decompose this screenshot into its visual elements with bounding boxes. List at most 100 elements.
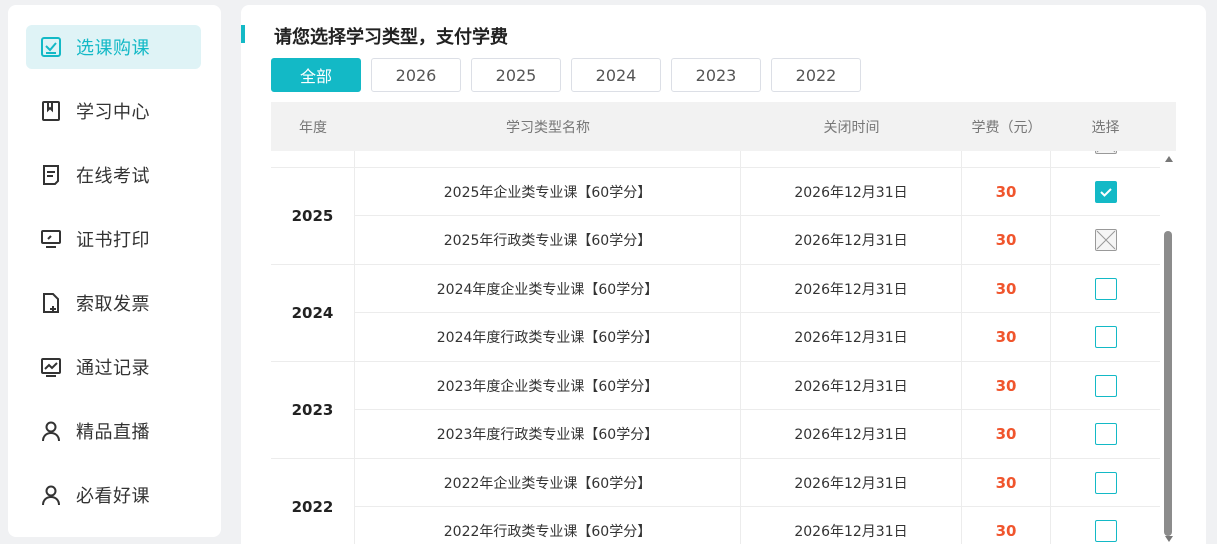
year-cell: 2024 <box>271 265 355 361</box>
select-checkbox[interactable] <box>1094 277 1117 300</box>
select-cell <box>1051 151 1160 167</box>
course-table: 年度 学习类型名称 关闭时间 学费（元） 选择 2025 2025年企业类专业课【… <box>271 102 1176 544</box>
bookmark-book-icon <box>40 100 62 122</box>
sidebar-item-7[interactable]: 必看好课 <box>26 473 201 517</box>
select-cell <box>1051 313 1160 361</box>
chart-icon <box>40 356 62 378</box>
filter-button-4[interactable]: 2023 <box>671 58 761 92</box>
select-cell <box>1051 168 1160 215</box>
scroll-up-arrow-icon[interactable] <box>1165 156 1173 162</box>
course-name: 2022年企业类专业课【60学分】 <box>355 459 741 506</box>
year-cell <box>271 151 355 167</box>
filter-button-0[interactable]: 全部 <box>271 58 361 92</box>
document-icon <box>40 164 62 186</box>
year-cell: 2025 <box>271 168 355 264</box>
filter-button-3[interactable]: 2024 <box>571 58 661 92</box>
year-group <box>271 151 1160 168</box>
sidebar-item-label: 学习中心 <box>76 102 150 123</box>
scroll-down-arrow-icon[interactable] <box>1165 536 1173 542</box>
fee-amount: 30 <box>962 507 1051 544</box>
sidebar: 选课购课学习中心在线考试证书打印索取发票通过记录精品直播必看好课 <box>8 5 221 537</box>
sidebar-item-4[interactable]: 索取发票 <box>26 281 201 325</box>
main-panel: 请您选择学习类型，支付学费 全部 2026 2025 2024 2023 2022 年度 … <box>241 5 1206 544</box>
year-group: 2024 2024年度企业类专业课【60学分】 2026年12月31日 30 2024年… <box>271 265 1160 362</box>
fee-amount: 30 <box>962 216 1051 264</box>
table-row: 2022年行政类专业课【60学分】 2026年12月31日 30 <box>355 507 1160 544</box>
sidebar-item-label: 通过记录 <box>76 358 150 379</box>
sidebar-item-2[interactable]: 在线考试 <box>26 153 201 197</box>
header-fee: 学费（元） <box>971 119 1042 136</box>
fee-amount: 30 <box>962 459 1051 506</box>
close-time <box>741 151 962 167</box>
table-scrollbar[interactable] <box>1162 151 1176 544</box>
header-select: 选择 <box>1091 119 1120 136</box>
select-checkbox <box>1094 229 1117 251</box>
select-checkbox[interactable] <box>1094 374 1117 397</box>
table-row: 2025年行政类专业课【60学分】 2026年12月31日 30 <box>355 216 1160 264</box>
filter-button-2[interactable]: 2025 <box>471 58 561 92</box>
title-accent-bar <box>241 25 245 43</box>
course-name: 2025年行政类专业课【60学分】 <box>355 216 741 264</box>
course-name: 2024年度行政类专业课【60学分】 <box>355 313 741 361</box>
check-icon <box>1099 187 1112 197</box>
filter-button-5[interactable]: 2022 <box>771 58 861 92</box>
sidebar-item-label: 必看好课 <box>76 486 150 507</box>
year-group: 2023 2023年度企业类专业课【60学分】 2026年12月31日 30 2023年… <box>271 362 1160 459</box>
monitor-icon <box>40 228 62 250</box>
table-body[interactable]: 2025 2025年企业类专业课【60学分】 2026年12月31日 30 2025年行… <box>271 151 1160 544</box>
header-year: 年度 <box>299 119 327 136</box>
select-checkbox[interactable] <box>1094 180 1117 203</box>
close-time: 2026年12月31日 <box>741 265 962 312</box>
fee-amount: 30 <box>962 410 1051 458</box>
sidebar-item-3[interactable]: 证书打印 <box>26 217 201 261</box>
close-time: 2026年12月31日 <box>741 507 962 544</box>
year-group: 2022 2022年企业类专业课【60学分】 2026年12月31日 30 2022年行… <box>271 459 1160 544</box>
sidebar-item-1[interactable]: 学习中心 <box>26 89 201 133</box>
course-name: 2025年企业类专业课【60学分】 <box>355 168 741 215</box>
year-cell: 2023 <box>271 362 355 458</box>
sidebar-item-label: 精品直播 <box>76 422 150 443</box>
filter-button-1[interactable]: 2026 <box>371 58 461 92</box>
select-cell <box>1051 362 1160 409</box>
select-checkbox[interactable] <box>1094 471 1117 494</box>
sidebar-item-0[interactable]: 选课购课 <box>26 25 201 69</box>
table-row: 2025年企业类专业课【60学分】 2026年12月31日 30 <box>355 168 1160 216</box>
select-cell <box>1051 410 1160 458</box>
checklist-icon <box>40 36 62 58</box>
close-time: 2026年12月31日 <box>741 216 962 264</box>
course-name: 2024年度企业类专业课【60学分】 <box>355 265 741 312</box>
close-time: 2026年12月31日 <box>741 410 962 458</box>
disabled-cross-icon <box>1096 151 1115 153</box>
scroll-thumb[interactable] <box>1164 231 1172 536</box>
sidebar-item-label: 证书打印 <box>76 230 150 251</box>
select-cell <box>1051 459 1160 506</box>
select-cell <box>1051 507 1160 544</box>
header-name: 学习类型名称 <box>506 119 590 136</box>
select-checkbox[interactable] <box>1094 520 1117 542</box>
fee-amount: 30 <box>962 313 1051 361</box>
fee-amount: 30 <box>962 362 1051 409</box>
disabled-cross-icon <box>1096 230 1115 250</box>
fee-amount <box>962 151 1051 167</box>
sidebar-item-label: 索取发票 <box>76 294 150 315</box>
close-time: 2026年12月31日 <box>741 313 962 361</box>
page-title: 请您选择学习类型，支付学费 <box>274 27 508 48</box>
table-row: 2022年企业类专业课【60学分】 2026年12月31日 30 <box>355 459 1160 507</box>
table-row <box>355 151 1160 167</box>
sidebar-item-label: 在线考试 <box>76 166 150 187</box>
select-checkbox[interactable] <box>1094 326 1117 348</box>
table-row: 2024年度企业类专业课【60学分】 2026年12月31日 30 <box>355 265 1160 313</box>
close-time: 2026年12月31日 <box>741 362 962 409</box>
header-close-time: 关闭时间 <box>823 119 880 136</box>
table-header: 年度 学习类型名称 关闭时间 学费（元） 选择 <box>271 102 1176 151</box>
select-checkbox[interactable] <box>1094 423 1117 445</box>
fee-amount: 30 <box>962 168 1051 215</box>
year-group: 2025 2025年企业类专业课【60学分】 2026年12月31日 30 2025年行… <box>271 168 1160 265</box>
course-name <box>355 151 741 167</box>
sidebar-item-5[interactable]: 通过记录 <box>26 345 201 389</box>
table-row: 2023年度企业类专业课【60学分】 2026年12月31日 30 <box>355 362 1160 410</box>
table-row: 2024年度行政类专业课【60学分】 2026年12月31日 30 <box>355 313 1160 361</box>
sidebar-item-6[interactable]: 精品直播 <box>26 409 201 453</box>
course-name: 2023年度行政类专业课【60学分】 <box>355 410 741 458</box>
select-cell <box>1051 265 1160 312</box>
